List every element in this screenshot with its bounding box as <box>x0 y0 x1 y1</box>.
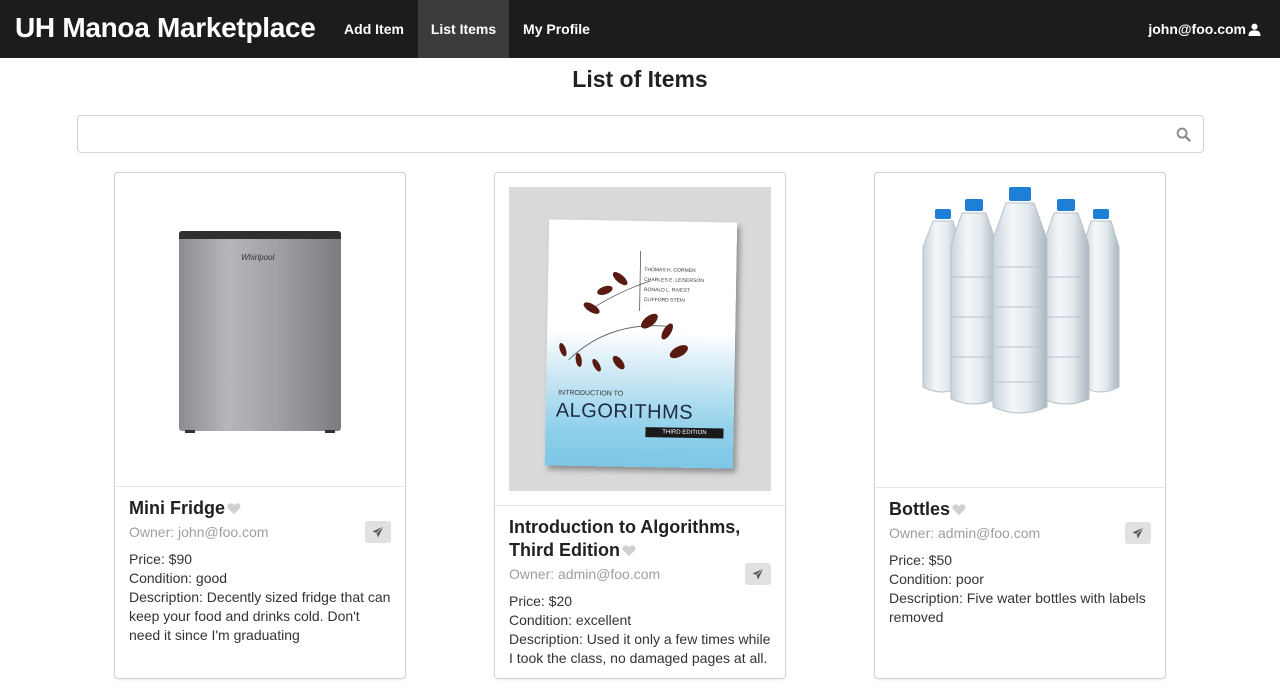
item-description: Description: Decently sized fridge that … <box>129 589 391 643</box>
user-icon <box>1248 23 1261 36</box>
item-price: Price: $50 <box>889 552 953 568</box>
user-email: john@foo.com <box>1148 21 1246 37</box>
bottle-mid-right <box>1042 199 1090 405</box>
nav-my-profile[interactable]: My Profile <box>509 0 604 58</box>
heart-icon[interactable] <box>952 503 966 516</box>
nav-add-item[interactable]: Add Item <box>330 0 418 58</box>
item-price: Price: $90 <box>129 551 193 567</box>
water-bottles-image <box>922 187 1120 414</box>
fridge-brand-logo: Whirlpool <box>241 253 275 262</box>
card-content: Mini Fridge Owner: john@foo.com Price: $… <box>129 497 391 645</box>
send-icon <box>1132 527 1144 539</box>
water-bottles-photo <box>875 173 1165 488</box>
send-message-button[interactable] <box>365 521 391 543</box>
bottle-mid-left <box>950 199 998 405</box>
fridge-foot-left <box>185 430 195 433</box>
heart-icon[interactable] <box>227 502 241 515</box>
nav-list-items[interactable]: List Items <box>418 0 509 58</box>
item-card-mini-fridge: Whirlpool Mini Fridge Owner: john@foo.co… <box>114 172 406 679</box>
book-cover: THOMAS H. CORMEN CHARLES E. LEISERSON RO… <box>544 219 738 469</box>
item-title: Mini Fridge <box>129 497 391 520</box>
send-message-button[interactable] <box>1125 522 1151 544</box>
top-navbar: UH Manoa Marketplace Add Item List Items… <box>0 0 1280 58</box>
user-menu[interactable]: john@foo.com <box>1148 0 1261 58</box>
send-icon <box>752 568 764 580</box>
card-content: Bottles Owner: admin@foo.com Price: $50 … <box>889 498 1151 627</box>
search-input[interactable] <box>78 116 1168 152</box>
item-condition: Condition: excellent <box>509 612 632 628</box>
fridge-top-edge <box>179 231 341 239</box>
book-photo-background: THOMAS H. CORMEN CHARLES E. LEISERSON RO… <box>509 187 771 491</box>
search-bar <box>77 115 1204 153</box>
algorithms-book-photo: THOMAS H. CORMEN CHARLES E. LEISERSON RO… <box>495 173 785 506</box>
book-cover-title: ALGORITHMS <box>555 399 694 424</box>
item-condition: Condition: good <box>129 570 228 586</box>
item-title: Bottles <box>889 498 1151 521</box>
item-card-algorithms-book: THOMAS H. CORMEN CHARLES E. LEISERSON RO… <box>494 172 786 679</box>
item-condition: Condition: poor <box>889 571 984 587</box>
item-owner: Owner: admin@foo.com <box>889 525 1041 541</box>
send-icon <box>372 526 384 538</box>
mobile-sculpture-art <box>559 250 688 372</box>
card-content: Introduction to Algorithms, Third Editio… <box>509 516 771 668</box>
book-intro-text: INTRODUCTION TO <box>558 389 624 398</box>
brand-logo[interactable]: UH Manoa Marketplace <box>15 10 316 46</box>
bottle-front-center <box>992 187 1048 414</box>
item-price: Price: $20 <box>509 593 573 609</box>
page-title: List of Items <box>572 66 708 92</box>
item-description: Description: Five water bottles with lab… <box>889 590 1146 625</box>
send-message-button[interactable] <box>745 563 771 585</box>
item-owner: Owner: admin@foo.com <box>509 566 661 582</box>
item-owner: Owner: john@foo.com <box>129 524 269 540</box>
search-icon[interactable] <box>1176 127 1191 142</box>
heart-icon[interactable] <box>622 544 636 557</box>
mini-fridge-photo: Whirlpool <box>115 173 405 487</box>
item-title: Introduction to Algorithms, Third Editio… <box>509 517 741 560</box>
item-description: Description: Used it only a few times wh… <box>509 631 771 666</box>
item-card-bottles: Bottles Owner: admin@foo.com Price: $50 … <box>874 172 1166 679</box>
fridge-foot-right <box>325 430 335 433</box>
book-edition-label: THIRD EDITION <box>645 427 724 439</box>
